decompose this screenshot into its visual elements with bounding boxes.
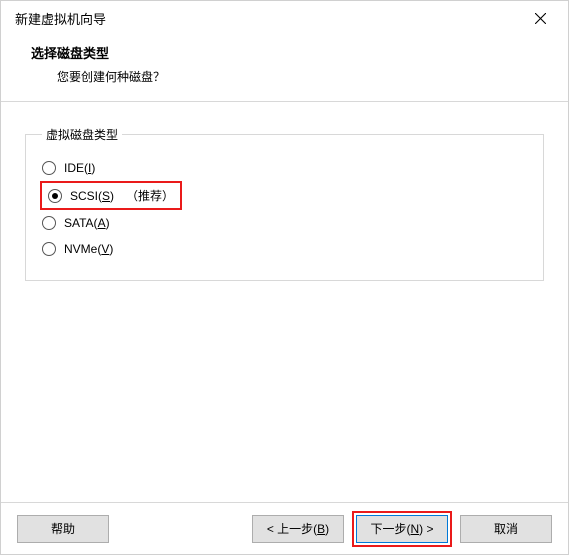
group-legend: 虚拟磁盘类型 xyxy=(42,126,122,143)
close-icon xyxy=(535,13,546,24)
window-title: 新建虚拟机向导 xyxy=(15,9,106,28)
disk-type-group: 虚拟磁盘类型 IDE(I) SCSI(S) （推荐） SATA(A) xyxy=(25,126,544,281)
highlight-next: 下一步(N) > xyxy=(352,511,452,547)
radio-label: SATA(A) xyxy=(64,216,110,230)
radio-label: NVMe(V) xyxy=(64,242,113,256)
radio-ide[interactable]: IDE(I) xyxy=(40,155,529,181)
help-button[interactable]: 帮助 xyxy=(17,515,109,543)
wizard-header: 选择磁盘类型 您要创建何种磁盘？ xyxy=(1,35,568,102)
close-button[interactable] xyxy=(524,6,556,30)
page-subheading: 您要创建何种磁盘？ xyxy=(57,68,538,85)
radio-nvme[interactable]: NVMe(V) xyxy=(40,236,529,262)
page-heading: 选择磁盘类型 xyxy=(31,43,538,62)
titlebar: 新建虚拟机向导 xyxy=(1,1,568,35)
radio-icon xyxy=(42,216,56,230)
radio-sata[interactable]: SATA(A) xyxy=(40,210,529,236)
content-area: 虚拟磁盘类型 IDE(I) SCSI(S) （推荐） SATA(A) xyxy=(1,102,568,291)
radio-icon xyxy=(42,242,56,256)
button-bar: 帮助 < 上一步(B) 下一步(N) > 取消 xyxy=(1,502,568,554)
radio-label: IDE(I) xyxy=(64,161,95,175)
radio-icon xyxy=(42,161,56,175)
radio-icon xyxy=(48,189,62,203)
radio-scsi[interactable]: SCSI(S) （推荐） xyxy=(46,185,176,206)
recommended-tag: （推荐） xyxy=(126,187,174,204)
cancel-button[interactable]: 取消 xyxy=(460,515,552,543)
back-button[interactable]: < 上一步(B) xyxy=(252,515,344,543)
next-button[interactable]: 下一步(N) > xyxy=(356,515,448,543)
radio-label: SCSI(S) xyxy=(70,189,114,203)
highlight-recommended: SCSI(S) （推荐） xyxy=(40,181,182,210)
